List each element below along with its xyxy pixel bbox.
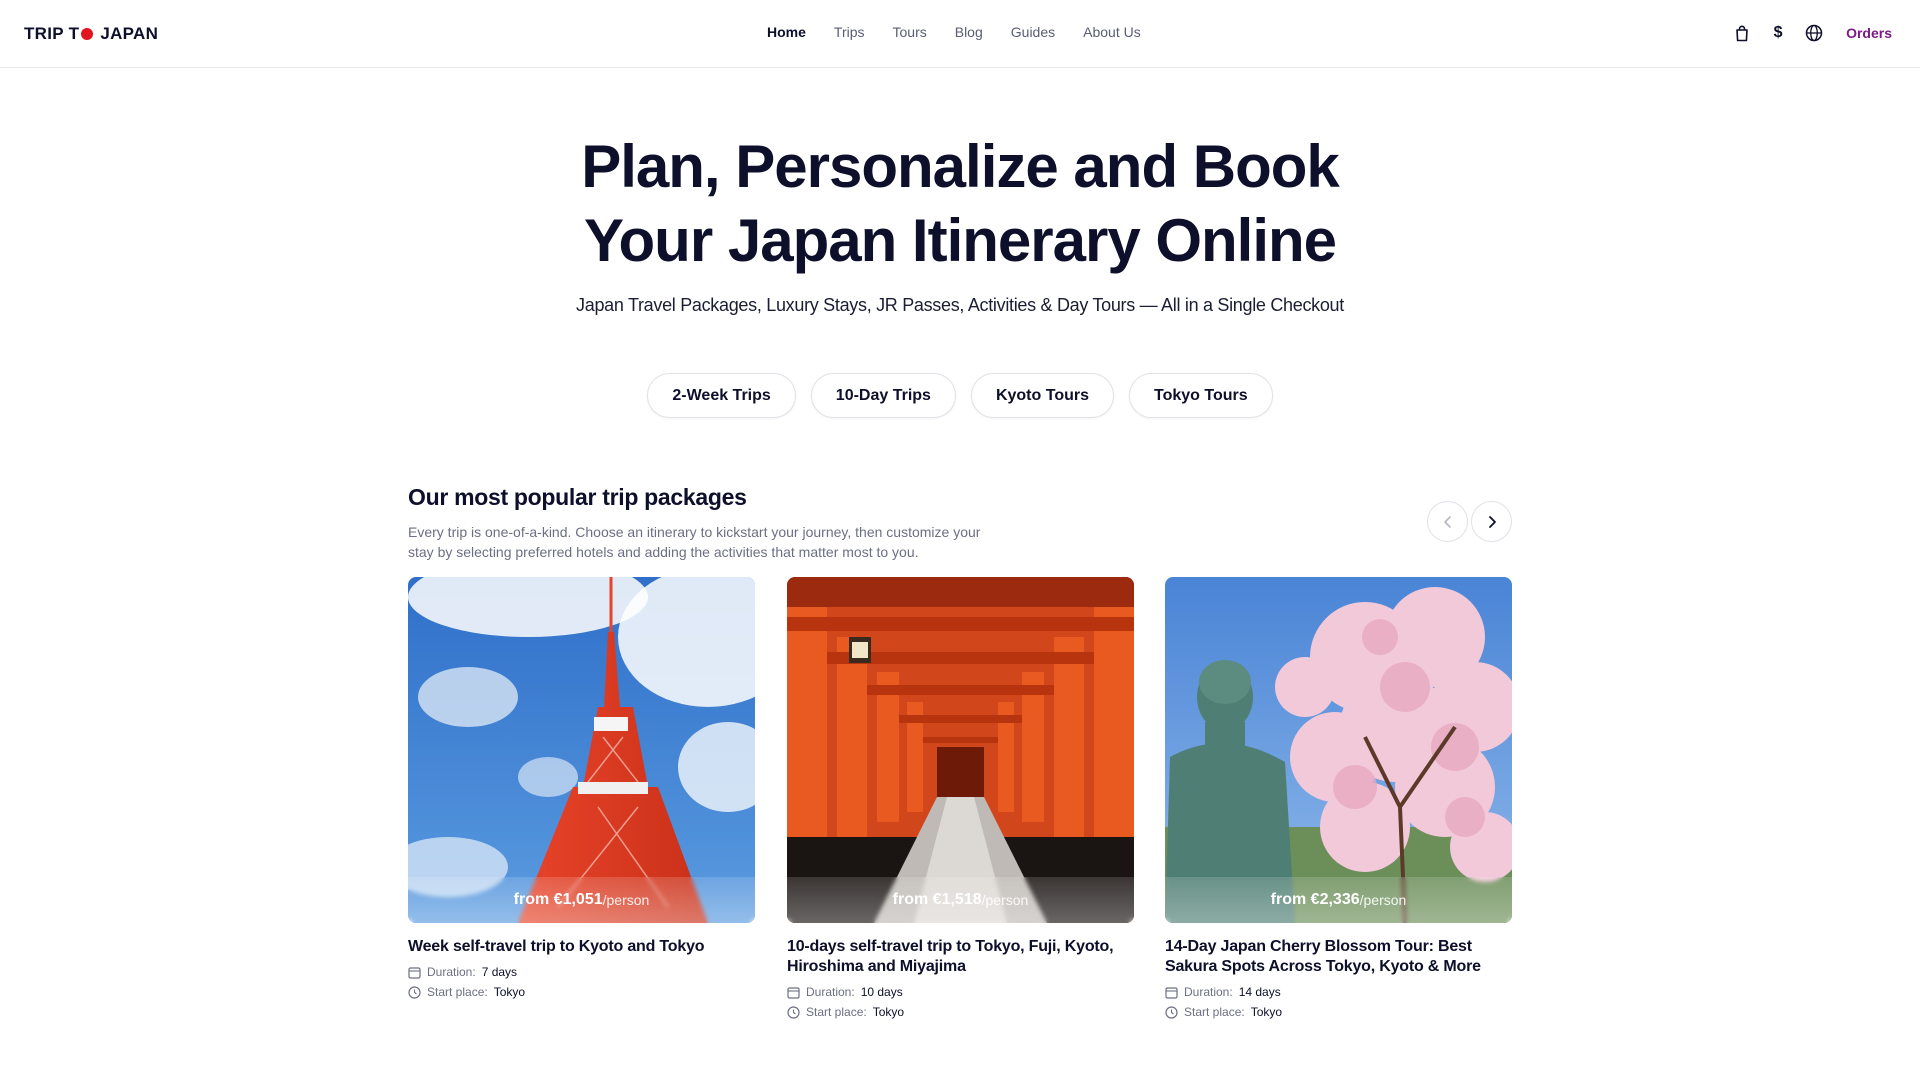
main-nav: Home Trips Tours Blog Guides About Us — [767, 24, 1141, 40]
price-unit: /person — [1359, 892, 1407, 908]
price: from €2,336 — [1270, 891, 1360, 908]
calendar-icon — [1165, 986, 1178, 999]
start-value: Tokyo — [1250, 1005, 1283, 1019]
pill-tokyo-tours[interactable]: Tokyo Tours — [1128, 373, 1273, 418]
price-bar: from €2,336/person — [1165, 877, 1512, 923]
trip-card[interactable]: from €1,518/person 10-days self-travel t… — [787, 577, 1134, 1019]
trip-title[interactable]: Week self-travel trip to Kyoto and Tokyo — [408, 937, 755, 957]
price-unit: /person — [602, 892, 650, 908]
section-title: Our most popular trip packages — [408, 484, 747, 510]
trip-meta: Duration: 7 days Start place: Tokyo — [408, 965, 755, 999]
pill-kyoto-tours[interactable]: Kyoto Tours — [970, 373, 1114, 418]
trip-image-torii-gates[interactable]: from €1,518/person — [787, 577, 1134, 923]
chevron-left-icon — [1443, 515, 1451, 528]
duration-label: Duration: — [806, 985, 855, 999]
carousel-next-button[interactable] — [1471, 501, 1512, 542]
bag-icon[interactable] — [1732, 23, 1752, 43]
duration-row: Duration: 10 days — [787, 985, 1134, 999]
calendar-icon — [787, 986, 800, 999]
trip-image-buddha-sakura[interactable]: from €2,336/person — [1165, 577, 1512, 923]
start-row: Start place: Tokyo — [787, 1005, 1134, 1019]
duration-row: Duration: 7 days — [408, 965, 755, 979]
nav-blog[interactable]: Blog — [955, 24, 983, 40]
clock-icon — [408, 985, 421, 999]
trip-card[interactable]: from €1,051/person Week self-travel trip… — [408, 577, 755, 999]
hero-title: Plan, Personalize and Book Your Japan It… — [0, 130, 1920, 278]
price: from €1,051 — [513, 891, 603, 908]
section-description: Every trip is one-of-a-kind. Choose an i… — [408, 524, 981, 560]
header-actions: $ Orders — [1732, 23, 1892, 43]
trip-meta: Duration: 10 days Start place: Tokyo — [787, 985, 1134, 1019]
logo[interactable]: TRIP T JAPAN — [24, 24, 158, 44]
globe-icon[interactable] — [1804, 23, 1824, 43]
trip-meta: Duration: 14 days Start place: Tokyo — [1165, 985, 1512, 1019]
logo-red-dot — [81, 28, 94, 40]
nav-tours[interactable]: Tours — [893, 24, 927, 40]
start-label: Start place: — [427, 985, 488, 999]
pill-2-week-trips[interactable]: 2-Week Trips — [647, 373, 796, 418]
chevron-right-icon — [1488, 515, 1496, 528]
orders-link[interactable]: Orders — [1846, 25, 1892, 41]
start-label: Start place: — [806, 1005, 867, 1019]
pill-10-day-trips[interactable]: 10-Day Trips — [810, 373, 956, 418]
price: from €1,518 — [892, 891, 982, 908]
nav-home[interactable]: Home — [767, 24, 806, 40]
calendar-icon — [408, 966, 421, 979]
trip-title[interactable]: 10-days self-travel trip to Tokyo, Fuji,… — [787, 937, 1134, 977]
trip-title[interactable]: 14-Day Japan Cherry Blossom Tour: Best S… — [1165, 937, 1512, 977]
trip-image-tokyo-tower[interactable]: from €1,051/person — [408, 577, 755, 923]
price-unit: /person — [981, 892, 1029, 908]
clock-icon — [1165, 1005, 1178, 1019]
duration-label: Duration: — [1184, 985, 1233, 999]
start-row: Start place: Tokyo — [1165, 1005, 1512, 1019]
hero-title-line1: Plan, Personalize and Book — [581, 133, 1340, 200]
start-row: Start place: Tokyo — [408, 985, 755, 999]
hero-subtitle: Japan Travel Packages, Luxury Stays, JR … — [576, 295, 1344, 315]
price-bar: from €1,051/person — [408, 877, 755, 923]
start-label: Start place: — [1184, 1005, 1245, 1019]
duration-value: 7 days — [481, 965, 518, 979]
clock-icon — [787, 1005, 800, 1019]
carousel-prev-button[interactable] — [1427, 501, 1468, 542]
nav-guides[interactable]: Guides — [1011, 24, 1055, 40]
currency-icon[interactable]: $ — [1768, 23, 1788, 43]
duration-value: 10 days — [860, 985, 903, 999]
duration-row: Duration: 14 days — [1165, 985, 1512, 999]
nav-trips[interactable]: Trips — [834, 24, 865, 40]
quick-links: 2-Week Trips 10-Day Trips Kyoto Tours To… — [0, 373, 1920, 418]
start-value: Tokyo — [493, 985, 526, 999]
trip-card[interactable]: from €2,336/person 14-Day Japan Cherry B… — [1165, 577, 1512, 1019]
duration-value: 14 days — [1238, 985, 1281, 999]
start-value: Tokyo — [872, 1005, 905, 1019]
logo-text-part1: TRIP T — [24, 24, 80, 43]
site-header: TRIP T JAPAN Home Trips Tours Blog Guides… — [0, 0, 1920, 68]
duration-label: Duration: — [427, 965, 476, 979]
nav-about-us[interactable]: About Us — [1083, 24, 1141, 40]
hero-title-line2: Your Japan Itinerary Online — [583, 207, 1337, 274]
logo-text-part2: JAPAN — [100, 24, 159, 43]
price-bar: from €1,518/person — [787, 877, 1134, 923]
